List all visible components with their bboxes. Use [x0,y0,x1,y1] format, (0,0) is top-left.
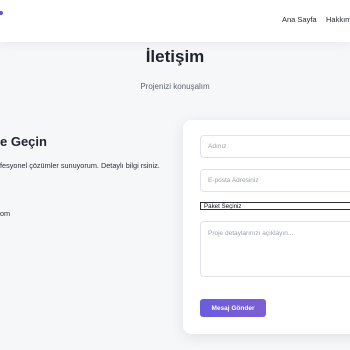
name-field[interactable] [200,135,350,158]
section-subtitle: Projenizi konuşalım [140,82,210,91]
package-select[interactable]: Paket Seçiniz [200,202,350,210]
contact-info-text: fesyonel çözümler sunuyorum. Detaylı bil… [0,161,160,170]
section-title: İletişim [145,47,205,66]
nav-link-about[interactable]: Hakkım [326,15,350,24]
navbar: Ana Sayfa Hakkım [0,0,350,42]
page: Ana Sayfa Hakkım İletişim Projenizi konu… [0,0,350,350]
submit-button[interactable]: Mesaj Gönder [200,299,266,317]
message-field[interactable] [200,221,350,277]
contact-email[interactable]: om [0,209,10,218]
contact-info-heading: e Geçin [0,134,47,149]
logo[interactable] [0,11,3,15]
contact-form: Paket Seçiniz Mesaj Gönder [183,120,350,334]
email-field[interactable] [200,169,350,192]
nav-link-home[interactable]: Ana Sayfa [282,15,317,24]
